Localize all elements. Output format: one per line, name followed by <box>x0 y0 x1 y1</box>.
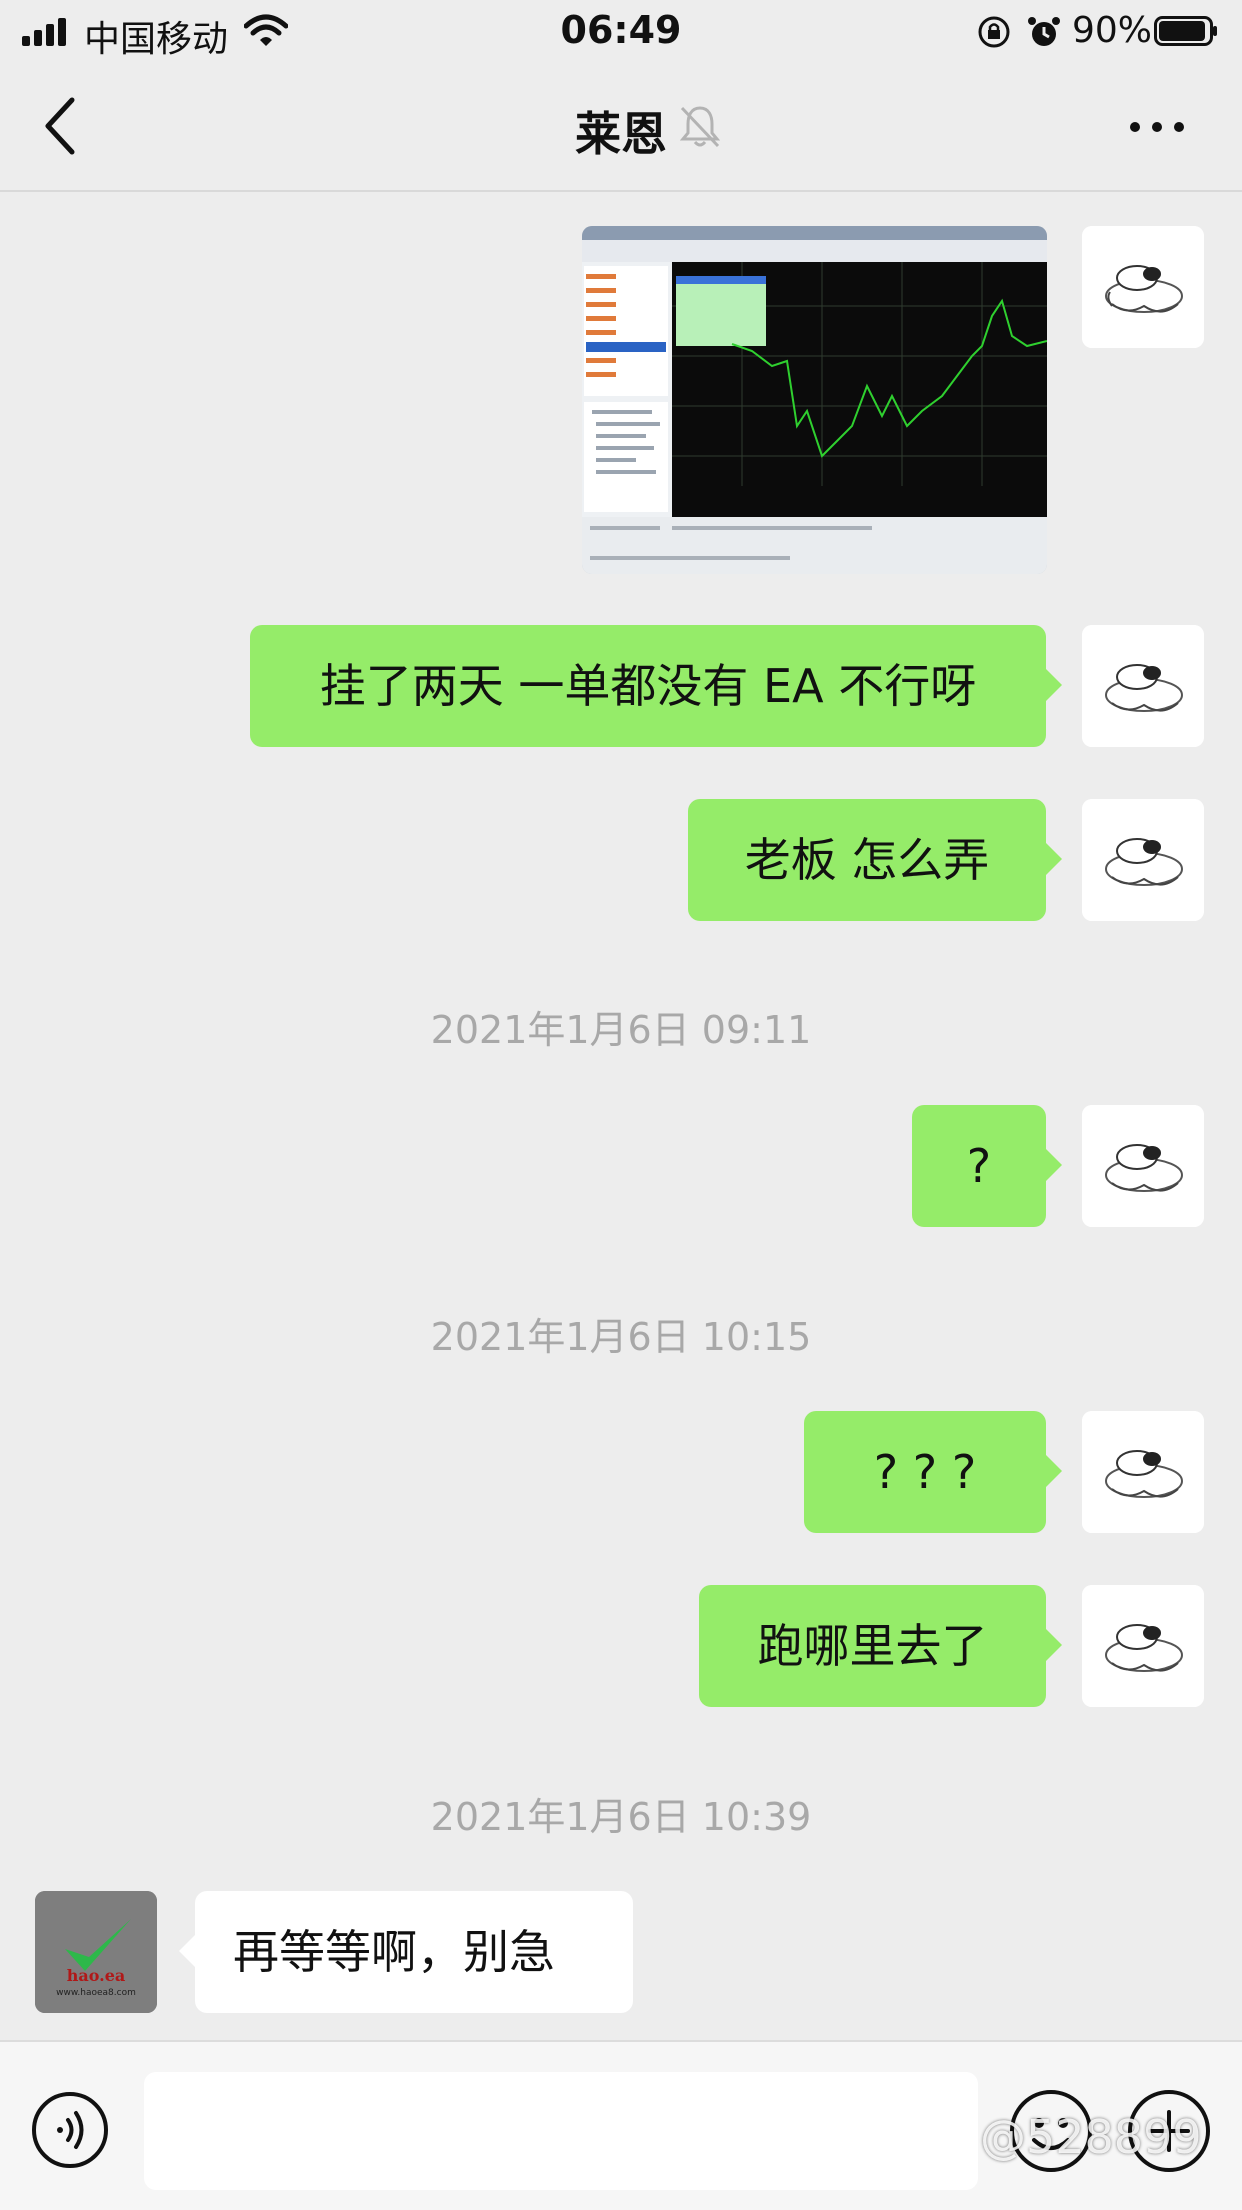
chat-image-message[interactable] <box>582 226 1047 574</box>
watermark: @528899 <box>980 2110 1202 2164</box>
chat-bubble-self[interactable]: 老板 怎么弄 <box>688 799 1062 921</box>
snoopy-avatar-icon <box>1082 799 1204 921</box>
logo-url: www.haoea8.com <box>56 1988 136 1998</box>
contact-avatar[interactable]: hao.ea www.haoea8.com <box>35 1891 157 2013</box>
self-avatar[interactable] <box>1082 1105 1204 1227</box>
snoopy-avatar-icon <box>1082 226 1204 348</box>
self-avatar[interactable] <box>1082 625 1204 747</box>
message-timestamp: 2021年1月6日 10:39 <box>430 1795 812 1839</box>
chat-bubble-self[interactable]: 跑哪里去了 <box>699 1585 1062 1707</box>
chat-bubble-self[interactable]: ? <box>912 1105 1062 1227</box>
message-timestamp: 2021年1月6日 09:11 <box>430 1008 812 1052</box>
voice-input-icon[interactable] <box>30 2090 110 2170</box>
chat-header: 莱恩 <box>0 62 1242 192</box>
mute-bell-icon <box>680 106 720 148</box>
chat-title: 莱恩 <box>575 107 667 161</box>
haoea-logo-icon: hao.ea www.haoea8.com <box>35 1891 157 2013</box>
alarm-clock-icon <box>1028 17 1060 46</box>
message-timestamp: 2021年1月6日 10:15 <box>430 1315 812 1359</box>
snoopy-avatar-icon <box>1082 625 1204 747</box>
trading-chart-photo <box>582 226 1047 574</box>
snoopy-avatar-icon <box>1082 1105 1204 1227</box>
snoopy-avatar-icon <box>1082 1411 1204 1533</box>
chat-bubble-self[interactable]: ? ? ? <box>804 1411 1062 1533</box>
snoopy-avatar-icon <box>1082 1585 1204 1707</box>
more-dots-icon[interactable] <box>1128 110 1188 140</box>
message-input[interactable] <box>144 2072 978 2190</box>
chat-bubble-other[interactable]: 再等等啊，别急 <box>179 1891 633 2013</box>
logo-text: hao.ea <box>67 1966 126 1985</box>
orientation-lock-icon <box>978 16 1010 48</box>
status-bar: 中国移动 06:49 90% <box>0 0 1242 62</box>
self-avatar[interactable] <box>1082 799 1204 921</box>
self-avatar[interactable] <box>1082 226 1204 348</box>
battery-icon <box>1154 16 1217 46</box>
self-avatar[interactable] <box>1082 1585 1204 1707</box>
self-avatar[interactable] <box>1082 1411 1204 1533</box>
battery-percent: 90% <box>1072 10 1153 51</box>
chat-bubble-self[interactable]: 挂了两天 一单都没有 EA 不行呀 <box>250 625 1062 747</box>
